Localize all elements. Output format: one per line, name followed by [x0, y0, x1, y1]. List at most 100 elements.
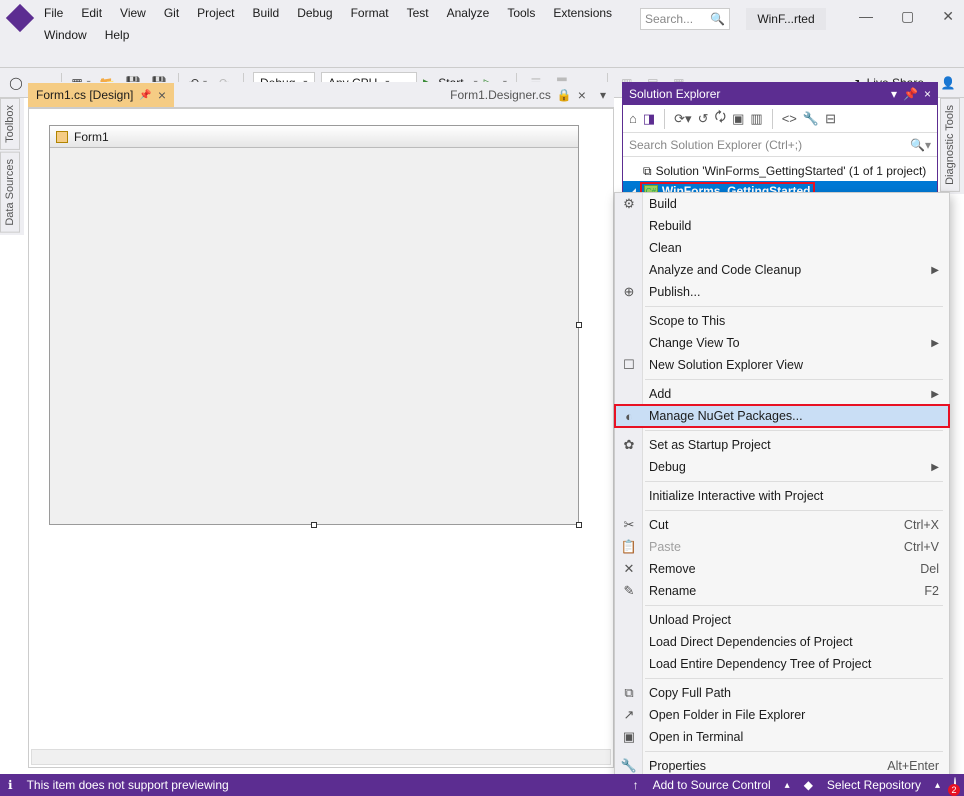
se-collapse-icon[interactable]: ▣: [732, 111, 744, 127]
menu-project[interactable]: Project: [197, 6, 234, 20]
menu-help[interactable]: Help: [105, 28, 130, 42]
menu-test[interactable]: Test: [407, 6, 429, 20]
ctx-icon: ◐: [620, 409, 638, 424]
ctx-clean[interactable]: Clean: [615, 237, 949, 259]
se-preview-icon[interactable]: ⊟: [825, 111, 836, 127]
ctx-rename[interactable]: ✎RenameF2: [615, 580, 949, 602]
resize-handle-s[interactable]: [311, 522, 317, 528]
main-menu-row2: Window Help: [44, 28, 129, 42]
maximize-button[interactable]: ▢: [901, 8, 914, 25]
ctx-paste: 📋PasteCtrl+V: [615, 536, 949, 558]
solution-selector[interactable]: WinF...rted: [746, 8, 826, 30]
tab-designer-cs[interactable]: Form1.Designer.cs 🔒 × ▾: [442, 83, 614, 107]
chevron-right-icon: ▶: [931, 338, 939, 349]
menu-tools[interactable]: Tools: [507, 6, 535, 20]
ctx-copy-full-path[interactable]: ⧉Copy Full Path: [615, 682, 949, 704]
ctx-icon: ⚙: [620, 196, 638, 212]
se-switch-icon[interactable]: ◨: [643, 111, 655, 127]
menu-edit[interactable]: Edit: [81, 6, 102, 20]
ctx-debug[interactable]: Debug▶: [615, 456, 949, 478]
menu-format[interactable]: Format: [351, 6, 389, 20]
ctx-initialize-interactive-with-project[interactable]: Initialize Interactive with Project: [615, 485, 949, 507]
repo-icon[interactable]: ◆: [804, 778, 813, 792]
ctx-add[interactable]: Add▶: [615, 383, 949, 405]
se-home-icon[interactable]: ⌂: [629, 111, 637, 126]
main-menu: File Edit View Git Project Build Debug Format Te…: [44, 6, 612, 20]
nav-back-button[interactable]: ◯: [6, 73, 26, 93]
se-properties-icon[interactable]: 🔧: [803, 111, 819, 127]
resize-handle-e[interactable]: [576, 322, 582, 328]
designer-surface[interactable]: Form1: [28, 108, 614, 768]
panel-dropdown-icon[interactable]: ▾: [891, 87, 897, 101]
solution-search-input[interactable]: Search Solution Explorer (Ctrl+;) 🔍▾: [623, 133, 937, 157]
ctx-cut[interactable]: ✂CutCtrl+X: [615, 514, 949, 536]
tab-diagnostic-tools[interactable]: Diagnostic Tools: [940, 98, 960, 192]
form-preview[interactable]: Form1: [49, 125, 579, 525]
chevron-right-icon: ▶: [931, 389, 939, 400]
ctx-manage-nuget-packages[interactable]: ◐Manage NuGet Packages...: [615, 405, 949, 427]
ctx-unload-project[interactable]: Unload Project: [615, 609, 949, 631]
horizontal-scrollbar[interactable]: [31, 749, 611, 765]
menu-git[interactable]: Git: [164, 6, 179, 20]
notification-bell[interactable]: 2: [954, 778, 956, 792]
solution-node[interactable]: ⧉ Solution 'WinForms_GettingStarted' (1 …: [623, 161, 937, 181]
menu-extensions[interactable]: Extensions: [553, 6, 612, 20]
source-control-icon[interactable]: ↑: [633, 778, 639, 792]
pin-icon[interactable]: 📌: [139, 90, 151, 101]
close-button[interactable]: ✕: [942, 8, 954, 25]
ctx-set-as-startup-project[interactable]: ✿Set as Startup Project: [615, 434, 949, 456]
close-tab-icon[interactable]: ×: [578, 87, 586, 103]
menu-analyze[interactable]: Analyze: [447, 6, 490, 20]
project-context-menu: ⚙BuildRebuildCleanAnalyze and Code Clean…: [614, 192, 950, 778]
menu-file[interactable]: File: [44, 6, 63, 20]
menu-view[interactable]: View: [120, 6, 146, 20]
minimize-button[interactable]: ―: [859, 8, 873, 25]
ctx-icon: ✿: [620, 437, 638, 453]
form-icon: [56, 131, 68, 143]
ctx-remove[interactable]: ✕RemoveDel: [615, 558, 949, 580]
ctx-change-view-to[interactable]: Change View To▶: [615, 332, 949, 354]
tab-toolbox[interactable]: Toolbox: [0, 98, 20, 150]
chevron-right-icon: ▶: [931, 462, 939, 473]
select-repository[interactable]: Select Repository: [827, 778, 921, 792]
lock-icon: 🔒: [557, 88, 572, 102]
resize-handle-se[interactable]: [576, 522, 582, 528]
ctx-open-folder-in-file-explorer[interactable]: ↗Open Folder in File Explorer: [615, 704, 949, 726]
se-refresh-icon[interactable]: 🗘: [714, 108, 726, 130]
ctx-build[interactable]: ⚙Build: [615, 193, 949, 215]
ctx-publish[interactable]: ⊕Publish...: [615, 281, 949, 303]
se-showall-icon[interactable]: ▥: [750, 111, 762, 127]
add-source-control[interactable]: Add to Source Control: [653, 778, 771, 792]
tab-data-sources[interactable]: Data Sources: [0, 152, 20, 233]
solution-explorer-toolbar: ⌂ ◨ ⟳▾ ↺ 🗘 ▣ ▥ <> 🔧 ⊟: [623, 105, 937, 133]
tab-form-design[interactable]: Form1.cs [Design] 📌 ×: [28, 83, 174, 107]
ctx-icon: ▣: [620, 729, 638, 745]
ctx-open-in-terminal[interactable]: ▣Open in Terminal: [615, 726, 949, 748]
solution-explorer-title: Solution Explorer: [629, 87, 720, 101]
menu-build[interactable]: Build: [253, 6, 280, 20]
ctx-load-entire-dependency-tree-of-project[interactable]: Load Entire Dependency Tree of Project: [615, 653, 949, 675]
ctx-load-direct-dependencies-of-project[interactable]: Load Direct Dependencies of Project: [615, 631, 949, 653]
se-pending-icon[interactable]: ↺: [698, 111, 709, 127]
close-tab-icon[interactable]: ×: [158, 87, 166, 103]
info-icon: ℹ: [8, 778, 13, 792]
se-sync-icon[interactable]: ⟳▾: [674, 111, 691, 127]
search-placeholder: Search...: [645, 12, 693, 26]
menu-window[interactable]: Window: [44, 28, 87, 42]
panel-close-icon[interactable]: ×: [924, 87, 931, 101]
ctx-icon: ↗: [620, 707, 638, 723]
ctx-scope-to-this[interactable]: Scope to This: [615, 310, 949, 332]
ctx-icon: ✕: [620, 561, 638, 577]
account-button[interactable]: 👤: [938, 73, 958, 93]
ctx-analyze-and-code-cleanup[interactable]: Analyze and Code Cleanup▶: [615, 259, 949, 281]
menu-debug[interactable]: Debug: [297, 6, 332, 20]
panel-pin-icon[interactable]: 📌: [903, 87, 918, 101]
search-input[interactable]: Search... 🔍: [640, 8, 730, 30]
ctx-new-solution-explorer-view[interactable]: ☐New Solution Explorer View: [615, 354, 949, 376]
chevron-right-icon: ▶: [931, 265, 939, 276]
se-code-icon[interactable]: <>: [782, 111, 797, 126]
solution-icon: ⧉: [643, 164, 652, 179]
vs-logo-icon: [6, 4, 34, 32]
ctx-rebuild[interactable]: Rebuild: [615, 215, 949, 237]
tab-dropdown-icon[interactable]: ▾: [600, 88, 606, 102]
